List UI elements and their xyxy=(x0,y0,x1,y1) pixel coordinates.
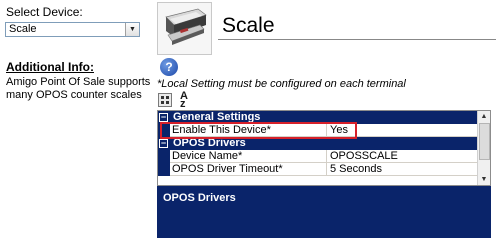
chevron-down-icon[interactable]: ▼ xyxy=(125,23,139,36)
description-title: OPOS Drivers xyxy=(163,192,236,204)
scale-device-image xyxy=(157,2,212,55)
grid-scrollbar[interactable]: ▲ ▼ xyxy=(477,111,490,185)
property-row-device-name[interactable]: Device Name* OPOSSCALE xyxy=(158,150,478,163)
highlight-annotation xyxy=(160,122,357,139)
local-setting-note: *Local Setting must be configured on eac… xyxy=(157,78,406,90)
collapse-icon[interactable]: − xyxy=(159,113,168,122)
title-divider xyxy=(218,39,496,40)
property-name: OPOS Driver Timeout* xyxy=(172,163,283,175)
property-description-panel: OPOS Drivers xyxy=(157,186,491,238)
collapse-icon[interactable]: − xyxy=(159,139,168,148)
device-dropdown[interactable]: Scale ▼ xyxy=(5,22,140,37)
row-gutter xyxy=(158,150,170,163)
property-row-driver-timeout[interactable]: OPOS Driver Timeout* 5 Seconds xyxy=(158,163,478,176)
property-value[interactable]: OPOSSCALE xyxy=(330,150,398,162)
alphabetical-sort-icon[interactable]: A z xyxy=(180,91,188,110)
row-gutter xyxy=(158,163,170,176)
column-separator xyxy=(326,163,327,176)
select-device-label: Select Device: xyxy=(6,5,83,19)
additional-info-text: Amigo Point Of Sale supports many OPOS c… xyxy=(6,76,151,101)
help-icon[interactable]: ? xyxy=(160,58,178,76)
device-dropdown-value: Scale xyxy=(9,23,37,35)
scroll-down-arrow-icon[interactable]: ▼ xyxy=(478,174,490,185)
property-name: Device Name* xyxy=(172,150,243,162)
scroll-thumb[interactable] xyxy=(479,123,490,160)
device-title: Scale xyxy=(222,14,275,37)
additional-info-heading: Additional Info: xyxy=(6,60,94,74)
scroll-up-arrow-icon[interactable]: ▲ xyxy=(478,111,490,122)
column-separator xyxy=(326,150,327,163)
property-value[interactable]: 5 Seconds xyxy=(330,163,382,175)
categorized-view-icon[interactable] xyxy=(158,93,172,107)
